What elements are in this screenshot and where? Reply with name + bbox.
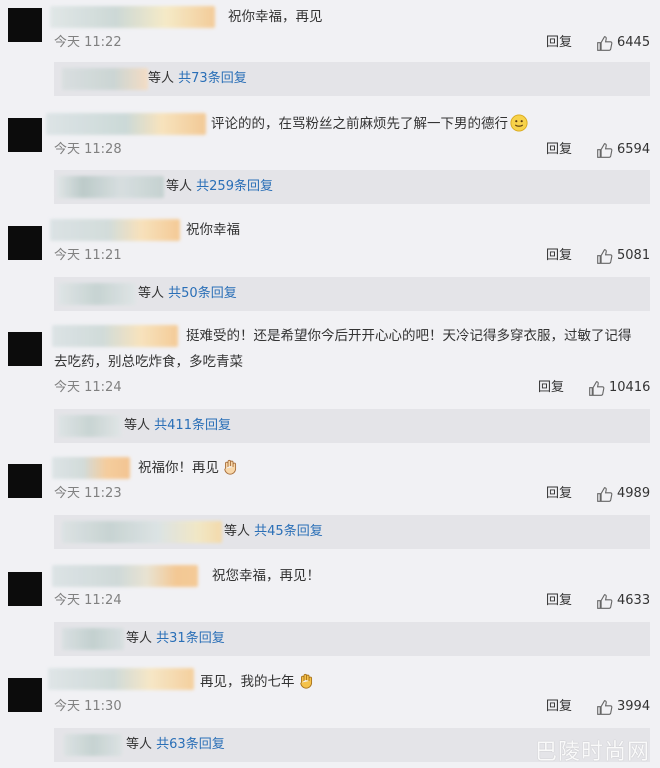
comment-time: 今天 11:21 xyxy=(54,248,122,263)
comment-text-body: 评论的的，在骂粉丝之前麻烦先了解一下男的德行 xyxy=(211,116,508,132)
reply-button[interactable]: 回复 xyxy=(546,247,572,265)
summary-count[interactable]: 共73条回复 xyxy=(178,71,247,86)
summary-label: 等人 xyxy=(148,71,175,86)
comment-text: 祝你幸福 xyxy=(186,222,240,238)
comment-time: 今天 11:23 xyxy=(54,486,122,501)
reply-button[interactable]: 回复 xyxy=(538,379,564,397)
reply-summary[interactable]: 等人 共31条回复 xyxy=(54,622,650,656)
reply-summary[interactable]: 等人 共50条回复 xyxy=(54,277,650,311)
reply-summary[interactable]: 等人 共73条回复 xyxy=(54,62,650,96)
comment-text: 祝福你！再见 xyxy=(138,457,239,479)
reply-button[interactable]: 回复 xyxy=(546,141,572,159)
comment-text: 祝您幸福，再见！ xyxy=(212,568,320,584)
summary-label: 等人 xyxy=(126,631,153,646)
wave-hand-emoji-icon xyxy=(299,673,312,689)
blurred-usernames xyxy=(58,415,122,437)
thumbs-up-icon xyxy=(597,699,613,715)
like-button[interactable]: 4633 xyxy=(596,592,650,610)
comment-text: 祝你幸福，再见 xyxy=(228,9,323,25)
summary-label: 等人 xyxy=(166,179,193,194)
reply-button[interactable]: 回复 xyxy=(546,698,572,716)
avatar[interactable] xyxy=(8,572,42,606)
comment-time: 今天 11:24 xyxy=(54,593,122,608)
comment-text: 评论的的，在骂粉丝之前麻烦先了解一下男的德行 xyxy=(211,113,528,135)
smile-emoji-icon xyxy=(510,114,528,132)
comment-time: 今天 11:28 xyxy=(54,142,122,157)
like-count: 4633 xyxy=(617,593,651,608)
avatar[interactable] xyxy=(8,464,42,498)
like-button[interactable]: 10416 xyxy=(588,379,650,397)
blurred-username[interactable] xyxy=(52,565,198,587)
like-count: 3994 xyxy=(617,699,651,714)
summary-label: 等人 xyxy=(126,737,153,752)
blurred-username[interactable] xyxy=(50,6,215,28)
blurred-username[interactable] xyxy=(52,325,178,347)
summary-label: 等人 xyxy=(224,524,251,539)
reply-summary[interactable]: 等人 共45条回复 xyxy=(54,515,650,549)
like-button[interactable]: 5081 xyxy=(596,247,650,265)
blurred-usernames xyxy=(56,176,164,198)
blurred-username[interactable] xyxy=(46,113,206,135)
like-count: 10416 xyxy=(609,380,651,395)
blurred-usernames xyxy=(62,68,148,90)
reply-button[interactable]: 回复 xyxy=(546,34,572,52)
like-button[interactable]: 6594 xyxy=(596,141,650,159)
summary-count[interactable]: 共411条回复 xyxy=(154,418,231,433)
summary-count[interactable]: 共63条回复 xyxy=(156,737,225,752)
blurred-usernames xyxy=(62,521,222,543)
summary-label: 等人 xyxy=(124,418,151,433)
comment-time: 今天 11:30 xyxy=(54,699,122,714)
wave-hand-emoji-icon xyxy=(224,459,237,475)
like-count: 6445 xyxy=(617,35,651,50)
reply-button[interactable]: 回复 xyxy=(546,592,572,610)
reply-button[interactable]: 回复 xyxy=(546,485,572,503)
blurred-usernames xyxy=(64,734,122,756)
blurred-usernames xyxy=(58,283,136,305)
like-button[interactable]: 4989 xyxy=(596,485,650,503)
thumbs-up-icon xyxy=(597,35,613,51)
like-count: 5081 xyxy=(617,248,651,263)
avatar[interactable] xyxy=(8,332,42,366)
thumbs-up-icon xyxy=(597,486,613,502)
comment-time: 今天 11:24 xyxy=(54,380,122,395)
avatar[interactable] xyxy=(8,226,42,260)
summary-count[interactable]: 共31条回复 xyxy=(156,631,225,646)
summary-label: 等人 xyxy=(138,286,165,301)
comment-text-line: 去吃药，别总吃炸食，多吃青菜 xyxy=(54,354,243,370)
comment-text-line: 挺难受的！还是希望你今后开开心心的吧！天冷记得多穿衣服，过敏了记得 xyxy=(186,328,632,344)
thumbs-up-icon xyxy=(597,593,613,609)
blurred-username[interactable] xyxy=(50,219,180,241)
thumbs-up-icon xyxy=(597,248,613,264)
avatar[interactable] xyxy=(8,118,42,152)
comment-text: 再见，我的七年 xyxy=(200,671,315,693)
like-button[interactable]: 6445 xyxy=(596,34,650,52)
comment-time: 今天 11:22 xyxy=(54,35,122,50)
reply-summary[interactable]: 等人 共259条回复 xyxy=(54,170,650,204)
comment-text-body: 祝福你！再见 xyxy=(138,460,219,476)
comment-text-body: 再见，我的七年 xyxy=(200,674,295,690)
thumbs-up-icon xyxy=(597,142,613,158)
blurred-username[interactable] xyxy=(48,668,194,690)
reply-summary[interactable]: 等人 共411条回复 xyxy=(54,409,650,443)
summary-count[interactable]: 共259条回复 xyxy=(196,179,273,194)
site-watermark: 巴陵时尚网 xyxy=(534,740,650,765)
blurred-usernames xyxy=(62,628,124,650)
like-count: 4989 xyxy=(617,486,651,501)
summary-count[interactable]: 共45条回复 xyxy=(254,524,323,539)
avatar[interactable] xyxy=(8,8,42,42)
summary-count[interactable]: 共50条回复 xyxy=(168,286,237,301)
like-button[interactable]: 3994 xyxy=(596,698,650,716)
like-count: 6594 xyxy=(617,142,651,157)
thumbs-up-icon xyxy=(589,380,605,396)
avatar[interactable] xyxy=(8,678,42,712)
blurred-username[interactable] xyxy=(52,457,130,479)
